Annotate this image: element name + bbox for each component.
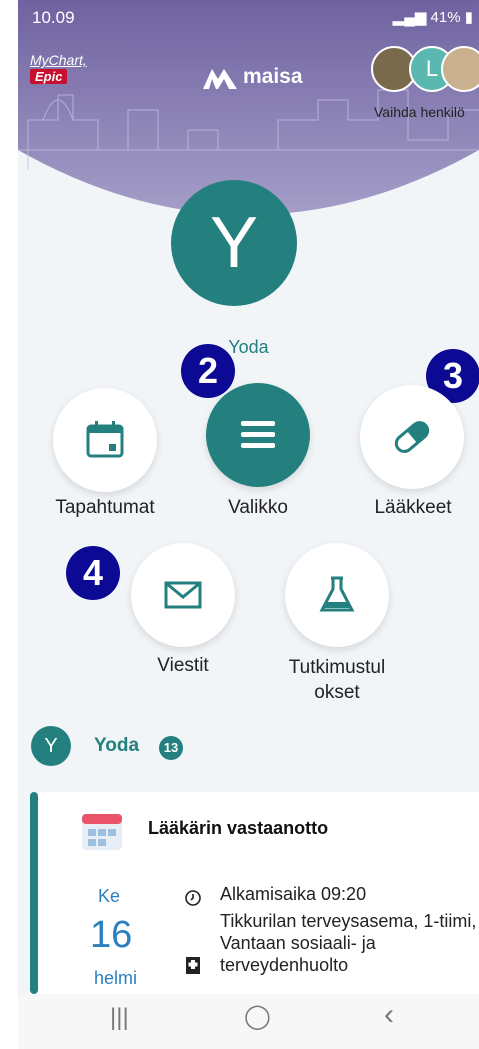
main-menu-label: Valikko (228, 497, 288, 518)
appointment-title: Lääkärin vastaanotto (148, 818, 329, 838)
system-navigation-bar: ||| ◯ ‹ (18, 994, 479, 1049)
section-profile-name: Yoda (94, 735, 140, 756)
main-menu-button[interactable] (206, 383, 310, 487)
clock-icon (185, 890, 201, 906)
status-battery: ▂▄▆ 41% ▮ (392, 9, 473, 26)
battery-icon: ▮ (464, 9, 473, 26)
calendar-icon (86, 421, 124, 458)
appointment-start-time: Alkamisaika 09:20 (220, 884, 367, 904)
back-button[interactable]: ‹ (384, 998, 394, 1032)
maisa-logo: maisa (203, 62, 303, 92)
events-label: Tapahtumat (55, 497, 155, 518)
brand-name: maisa (243, 65, 303, 88)
test-results-button[interactable] (285, 543, 389, 647)
card-accent-bar (30, 792, 38, 994)
appointment-day: 16 (90, 914, 133, 956)
section-profile-avatar: Y (31, 726, 71, 766)
hamburger-menu-icon (241, 421, 275, 448)
signal-icon: ▂▄▆ (392, 9, 431, 26)
home-button[interactable]: ◯ (244, 1002, 271, 1031)
mychart-text: MyChart, (30, 52, 87, 68)
appointment-weekday: Ke (98, 886, 121, 906)
maisa-logo-icon (203, 69, 237, 89)
appointment-card[interactable]: Lääkärin vastaanotto Ke 16 helmi Alkamis… (30, 792, 479, 994)
appointment-location: Tikkurilan terveysasema, 1-tiimi, Vantaa… (220, 911, 477, 975)
recent-apps-button[interactable]: ||| (110, 1004, 129, 1032)
status-time: 10.09 (32, 8, 75, 27)
switch-person-label[interactable]: Vaihda henkilö (374, 104, 465, 120)
annotation-badge-2: 2 (181, 344, 235, 398)
pill-icon (394, 421, 430, 453)
flask-icon (319, 576, 355, 612)
appointment-month: helmi (94, 968, 138, 988)
current-profile-name: Yoda (228, 337, 269, 357)
profile-avatar-photo-2[interactable] (441, 46, 479, 92)
hospital-icon (186, 957, 200, 974)
mychart-epic-logo[interactable]: MyChart, Epic (30, 52, 92, 86)
current-profile-avatar: Y (171, 180, 297, 306)
calendar-event-icon (82, 814, 122, 850)
notification-count-badge: 13 (159, 736, 183, 760)
screenshot-frame (0, 0, 19, 1049)
epic-text: Epic (30, 69, 68, 84)
profile-switcher[interactable]: L (371, 46, 479, 96)
events-button[interactable] (53, 388, 157, 492)
status-bar: 10.09 ▂▄▆ 41% ▮ (18, 0, 479, 36)
medications-label: Lääkkeet (374, 497, 452, 518)
messages-label: Viestit (157, 655, 209, 676)
app-screen: 10.09 ▂▄▆ 41% ▮ MyChart, Epic maisa L Va… (18, 0, 479, 1049)
messages-button[interactable] (131, 543, 235, 647)
annotation-badge-4: 4 (66, 546, 120, 600)
medications-button[interactable] (360, 385, 464, 489)
envelope-icon (164, 581, 202, 609)
test-results-label: Tutkimustul okset (288, 657, 386, 703)
